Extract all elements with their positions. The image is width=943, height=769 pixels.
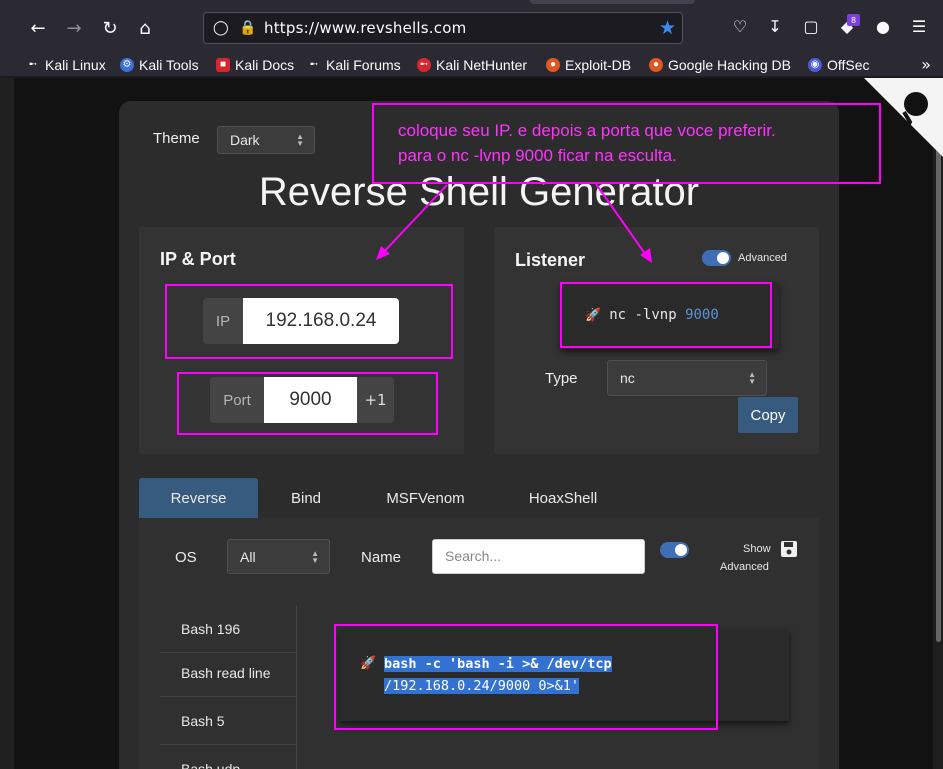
search-input[interactable]: Search... [432,539,645,574]
reload-icon[interactable]: ↻ [96,14,124,42]
select-arrows-icon: ▲ ▼ [311,548,319,565]
scrollbar-thumb[interactable] [936,82,941,642]
menu-icon[interactable]: ☰ [907,14,931,38]
name-label: Name [361,549,402,566]
browser-toolbar: ← → ↻ ⌂ ◯ 🔒 https://www.revshells.com ★ … [0,0,943,54]
copy-button[interactable]: Copy [738,397,798,433]
port-highlight-box [177,372,438,435]
bookmark-label: Google Hacking DB [668,57,791,73]
select-arrows-icon: ▲ ▼ [748,370,756,386]
show-label: Show [743,543,771,555]
os-select[interactable]: All ▲ ▼ [227,539,330,574]
bookmark-label: Kali Docs [235,57,295,73]
command-highlight-box [334,624,718,730]
theme-select[interactable]: Dark ▲ ▼ [217,126,315,154]
kali-forums-icon: ➸ [307,58,321,72]
bookmark-label: Kali Tools [139,57,199,73]
url-text[interactable]: https://www.revshells.com [264,19,466,37]
theme-value: Dark [230,132,260,148]
listener-advanced-label: Advanced [738,252,787,264]
list-item[interactable]: Bash udp [160,745,297,769]
show-advanced-toggle[interactable] [660,542,689,558]
more-bookmarks-icon[interactable]: » [921,55,931,74]
bookmark-label: Kali Forums [326,57,401,73]
save-icon[interactable] [780,540,798,558]
forward-icon[interactable]: → [60,14,88,42]
listener-highlight-box [560,282,772,348]
list-item[interactable]: Bash 5 [160,697,297,745]
type-label: Type [545,370,578,387]
exploit-db-icon: ● [546,58,560,72]
shell-list: Bash 196 Bash read line Bash 5 Bash udp [160,605,297,769]
ip-highlight-box [165,284,453,359]
bookmark-kali-tools[interactable]: ⚙ Kali Tools [120,54,199,76]
show-advanced-label: Advanced [720,561,769,573]
bookmark-exploit-db[interactable]: ● Exploit-DB [546,54,631,76]
url-bar[interactable]: ◯ 🔒 https://www.revshells.com ★ [203,12,683,44]
home-icon[interactable]: ⌂ [131,14,159,42]
bookmark-label: OffSec [827,57,870,73]
bookmark-star-icon[interactable]: ★ [659,17,676,39]
bookmark-kali-linux[interactable]: ➸ Kali Linux [26,54,106,76]
offsec-icon: ◉ [808,58,822,72]
bookmark-kali-docs[interactable]: ■ Kali Docs [216,54,294,76]
type-value: nc [620,370,635,386]
bookmark-kali-forums[interactable]: ➸ Kali Forums [307,54,401,76]
bookmark-label: Exploit-DB [565,57,632,73]
bookmark-offsec[interactable]: ◉ OffSec [808,54,870,76]
tab-reverse[interactable]: Reverse [139,478,258,518]
os-value: All [240,548,256,565]
ghdb-icon: ● [649,58,663,72]
back-icon[interactable]: ← [24,14,52,42]
lock-icon[interactable]: 🔒 [239,20,256,36]
nethunter-icon: ➸ [417,58,431,72]
download-icon[interactable]: ↧ [763,14,787,38]
extension-badge: 8 [847,14,860,26]
extensions-icon[interactable]: ▢ [799,14,823,38]
listener-advanced-toggle[interactable] [702,250,731,266]
shield-icon[interactable]: ◯ [213,20,229,36]
list-item[interactable]: Bash 196 [160,605,297,653]
account-icon[interactable]: ● [871,14,895,38]
pocket-icon[interactable]: ♡ [728,14,752,38]
bookmark-label: Kali Linux [45,57,106,73]
kali-docs-icon: ■ [216,58,230,72]
kali-tools-icon: ⚙ [120,58,134,72]
bookmark-label: Kali NetHunter [436,57,528,73]
active-tab-edge[interactable] [530,0,695,4]
type-select[interactable]: nc ▲ ▼ [607,360,767,396]
ip-port-title: IP & Port [160,249,236,269]
kali-dragon-icon: ➸ [26,58,40,72]
annotation-line2: para o nc -lvnp 9000 ficar na esculta. [398,146,677,165]
theme-label: Theme [153,130,200,147]
page-gutter [0,78,14,769]
os-label: OS [175,549,197,566]
tab-hoaxshell[interactable]: HoaxShell [508,478,618,518]
bookmarks-bar: ➸ Kali Linux ⚙ Kali Tools ■ Kali Docs ➸ Kali… [0,54,943,76]
select-arrows-icon: ▲ ▼ [296,132,304,148]
tab-bind[interactable]: Bind [262,478,350,518]
bookmark-kali-nethunter[interactable]: ➸ Kali NetHunter [417,54,527,76]
bookmark-google-hacking-db[interactable]: ● Google Hacking DB [649,54,791,76]
list-item[interactable]: Bash read line [160,649,297,697]
annotation-line1: coloque seu IP. e depois a porta que voc… [398,121,776,140]
listener-title: Listener [515,250,586,270]
tab-msfvenom[interactable]: MSFVenom [370,478,481,518]
